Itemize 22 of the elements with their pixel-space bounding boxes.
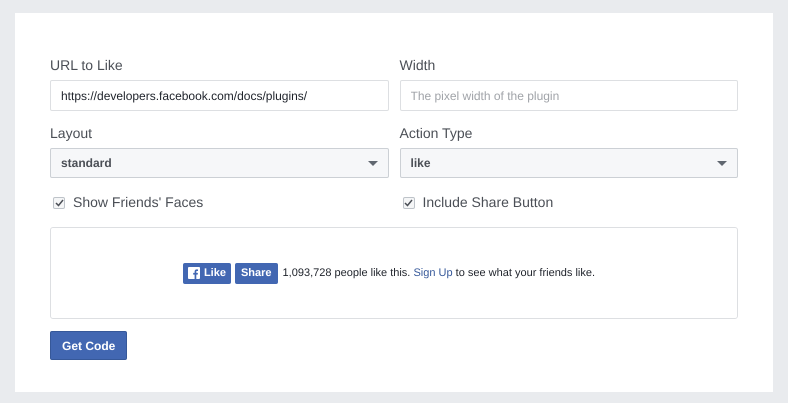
checkmark-icon: [404, 198, 413, 206]
sign-up-link[interactable]: Sign Up: [413, 266, 453, 279]
input-field[interactable]: https://developers.facebook.com/docs/plugins/: [50, 80, 388, 111]
facebook-logo-icon: [188, 267, 200, 279]
checkbox[interactable]: [402, 196, 414, 208]
dropdown[interactable]: like: [400, 148, 738, 178]
field-label: Width: [400, 56, 436, 74]
checkbox-option[interactable]: Include Share Button: [402, 192, 738, 213]
checkbox-option[interactable]: Show Friends' Faces: [53, 192, 388, 213]
like-count-sentence: 1,093,728 people like this. Sign Up to see what your friends like.: [282, 266, 596, 281]
get-code-button[interactable]: Get Code: [50, 331, 128, 360]
input-field[interactable]: The pixel width of the plugin: [400, 80, 738, 111]
share-button[interactable]: Share: [234, 262, 278, 284]
caret-icon: [717, 160, 727, 166]
field-label: Layout: [50, 124, 92, 142]
checkbox[interactable]: [53, 196, 65, 208]
dropdown[interactable]: standard: [50, 148, 388, 178]
checkmark-icon: [54, 198, 64, 206]
field-label: Action Type: [400, 124, 472, 142]
caret-icon: [368, 160, 378, 166]
field-label: URL to Like: [50, 56, 123, 74]
like-button[interactable]: Like: [182, 262, 231, 284]
